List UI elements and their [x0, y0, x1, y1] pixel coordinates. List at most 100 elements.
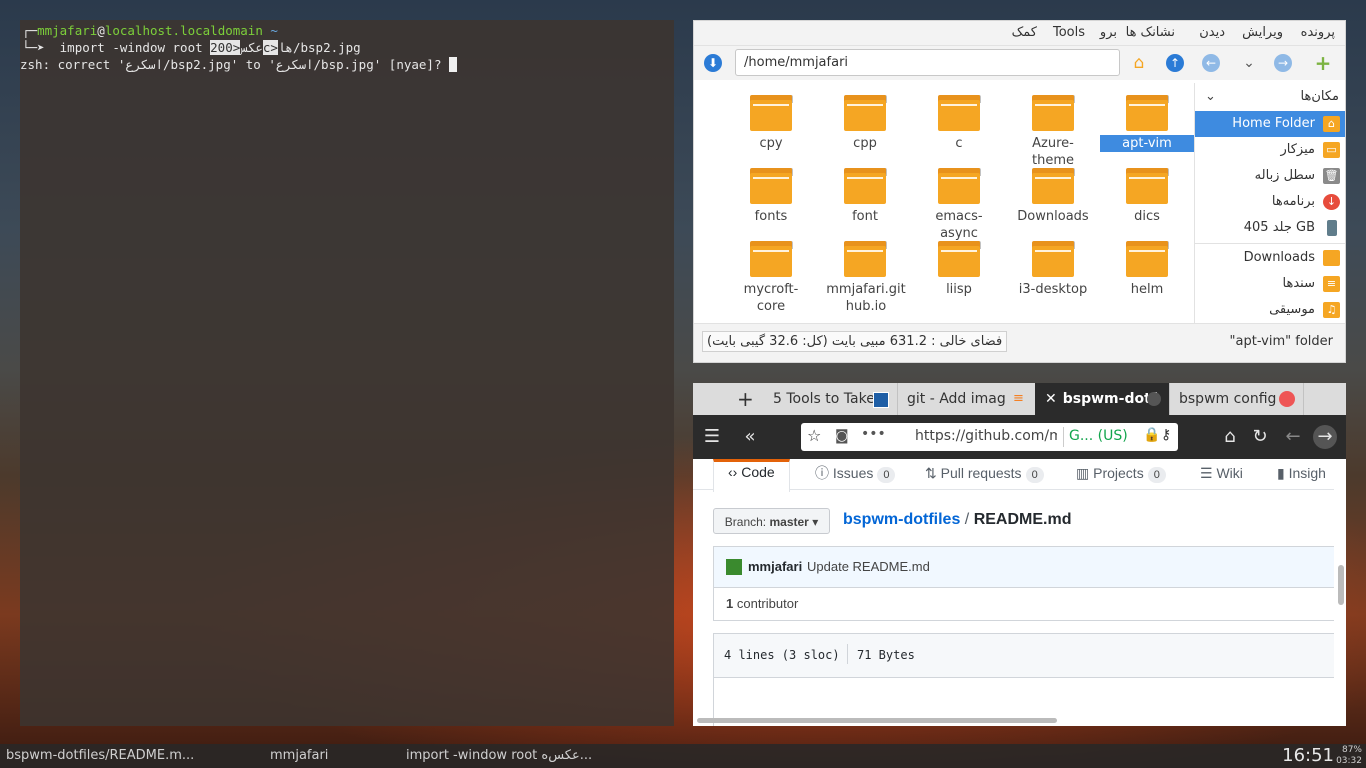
url-text[interactable]: https://github.com/mm	[915, 428, 1057, 444]
file-manager-window[interactable]: پرونده ویرایش دیدن نشانک ها برو Tools کم…	[693, 20, 1346, 363]
site-favicon-icon	[873, 392, 889, 408]
home-icon[interactable]: ⌂	[1128, 52, 1150, 74]
places-header[interactable]: ⌄ مکان‌ها	[1205, 87, 1339, 109]
tab-tools[interactable]: 5 Tools to Take	[763, 383, 898, 415]
sidebar-item-home[interactable]: Home Folder ⌂	[1195, 111, 1345, 137]
horizontal-scrollbar[interactable]	[697, 718, 1057, 723]
pocket-icon[interactable]: ◙	[835, 428, 849, 444]
folder-item[interactable]: cpy	[724, 95, 818, 152]
tab-projects[interactable]: ▥ Projects 0	[1076, 463, 1166, 493]
forward-icon[interactable]: →	[1313, 425, 1337, 449]
url-bar[interactable]: ☆ ◙ ••• https://github.com/mm G... (US) …	[801, 423, 1178, 451]
folder-icon	[938, 95, 981, 131]
star-icon[interactable]: ☆	[807, 426, 821, 445]
folder-icon	[844, 241, 887, 277]
back-arrow-icon[interactable]: ←	[1202, 54, 1220, 72]
branch-select[interactable]: Branch: master ▾	[713, 508, 830, 534]
cert-label: G... (US)	[1069, 428, 1128, 444]
key-icon: ⚷	[1161, 427, 1172, 443]
double-chevron-left-icon[interactable]: «	[738, 425, 762, 449]
folder-item[interactable]: helm	[1100, 241, 1194, 298]
menu-edit[interactable]: ویرایش	[1242, 25, 1283, 40]
menu-icon[interactable]: ☰	[700, 425, 724, 449]
taskbar-window-files[interactable]: mmjafari	[270, 748, 328, 763]
folder-item[interactable]: Downloads	[1006, 168, 1100, 225]
close-icon[interactable]: ✕	[1035, 391, 1057, 407]
folder-label: Downloads	[1017, 209, 1089, 224]
folder-icon	[938, 168, 981, 204]
avatar[interactable]	[726, 559, 742, 575]
menu-file[interactable]: پرونده	[1301, 25, 1335, 40]
repo-link[interactable]: bspwm-dotfiles	[843, 511, 960, 528]
back-icon[interactable]: ←	[1281, 425, 1305, 449]
tab-pull-requests[interactable]: ⇅ Pull requests 0	[925, 463, 1044, 493]
tab-insights[interactable]: ▮ Insigh	[1277, 463, 1326, 493]
contributors[interactable]: 1 contributor	[726, 596, 798, 611]
commit-author[interactable]: mmjafari	[748, 559, 802, 574]
menu-bookmarks[interactable]: نشانک ها	[1126, 25, 1175, 40]
new-tab-plus-icon[interactable]: +	[1312, 52, 1334, 74]
reload-icon[interactable]: ↻	[1248, 425, 1272, 449]
sidebar-item-desktop[interactable]: میزکار ▭	[1195, 137, 1345, 163]
menu-view[interactable]: دیدن	[1199, 25, 1225, 40]
home-icon[interactable]: ⌂	[1218, 425, 1242, 449]
sidebar-item-apps[interactable]: برنامه‌ها ↓	[1195, 189, 1345, 215]
folder-item[interactable]: dics	[1100, 168, 1194, 225]
more-icon[interactable]: •••	[861, 426, 886, 442]
forward-arrow-icon[interactable]: →	[1274, 54, 1292, 72]
tab-git[interactable]: git - Add imag ≡	[897, 383, 1036, 415]
tab-issues[interactable]: ⓘ Issues 0	[815, 463, 896, 493]
sidebar-item-label: برنامه‌ها	[1271, 194, 1315, 209]
sidebar-item-documents[interactable]: سندها ≡	[1195, 271, 1345, 297]
file-header: 4 lines (3 sloc) 71 Bytes	[714, 634, 1334, 678]
folder-label: Azure-theme	[1032, 136, 1074, 168]
browser-window[interactable]: + 5 Tools to Take git - Add imag ≡ ✕ bspwm…	[693, 383, 1346, 726]
sidebar-item-music[interactable]: موسیقی ♫	[1195, 297, 1345, 323]
tab-bspwm-config[interactable]: bspwm config	[1169, 383, 1304, 415]
taskbar-window-terminal[interactable]: import -window root عکس‌ه...	[406, 748, 592, 763]
folder-item[interactable]: Azure-theme	[1006, 95, 1100, 169]
drive-icon	[1327, 220, 1337, 236]
tab-label: Code	[741, 464, 775, 480]
folder-item[interactable]: c	[912, 95, 1006, 152]
chevron-down-icon[interactable]: ⌄	[1238, 52, 1260, 74]
location-bar[interactable]: /home/mmjafari	[735, 49, 1120, 76]
taskbar-window-browser[interactable]: bspwm-dotfiles/README.m...	[6, 748, 194, 763]
menu-help[interactable]: کمک	[1012, 25, 1037, 40]
folder-label: mmjafari.github.io	[826, 282, 906, 314]
folder-item[interactable]: emacs-async	[912, 168, 1006, 242]
up-arrow-icon[interactable]: ↑	[1166, 54, 1184, 72]
command-text-end: ها/bsp2.jpg	[277, 40, 361, 55]
folder-item[interactable]: fonts	[724, 168, 818, 225]
sidebar-item-volume[interactable]: جلد 405 GB	[1195, 215, 1345, 241]
menu-tools[interactable]: Tools	[1053, 25, 1085, 40]
sidebar-item-label: جلد 405 GB	[1243, 220, 1315, 235]
sidebar-item-label: سندها	[1282, 276, 1315, 291]
folder-item[interactable]: liisp	[912, 241, 1006, 298]
folder-item[interactable]: mycroft-core	[724, 241, 818, 315]
folder-label: mycroft-core	[743, 282, 799, 314]
toolbar: ⬇ /home/mmjafari ⌂ ↑ ← ⌄ → +	[694, 46, 1345, 80]
tab-bspwm-dotfiles[interactable]: ✕ bspwm-dotf	[1035, 383, 1170, 415]
folder-item[interactable]: cpp	[818, 95, 912, 152]
sidebar-item-trash[interactable]: سطل زباله 🗑	[1195, 163, 1345, 189]
home-icon: ⌂	[1323, 116, 1340, 132]
download-icon[interactable]: ⬇	[704, 54, 722, 72]
sidebar-item-downloads[interactable]: Downloads	[1195, 245, 1345, 271]
commit-message[interactable]: Update README.md	[807, 559, 930, 574]
taskbar: bspwm-dotfiles/README.m... mmjafari impo…	[0, 744, 1366, 768]
terminal-window[interactable]: ┌─mmjafari@localhost.localdomain ~ └─➤ i…	[20, 20, 674, 726]
menu-go[interactable]: برو	[1100, 25, 1117, 40]
vertical-scrollbar[interactable]	[1338, 565, 1344, 605]
folder-label: fonts	[754, 209, 788, 224]
folder-item-selected[interactable]: apt-vim	[1100, 95, 1194, 152]
tab-wiki[interactable]: ☰ Wiki	[1200, 463, 1243, 493]
folder-item[interactable]: i3-desktop	[1006, 241, 1100, 298]
folder-label: emacs-async	[935, 209, 983, 241]
count-badge: 0	[1147, 467, 1166, 483]
new-tab-button[interactable]: +	[693, 383, 763, 415]
tab-code[interactable]: ‹› Code	[713, 459, 790, 492]
folder-item[interactable]: font	[818, 168, 912, 225]
folder-label: c	[955, 136, 963, 151]
folder-item[interactable]: mmjafari.github.io	[818, 241, 912, 315]
